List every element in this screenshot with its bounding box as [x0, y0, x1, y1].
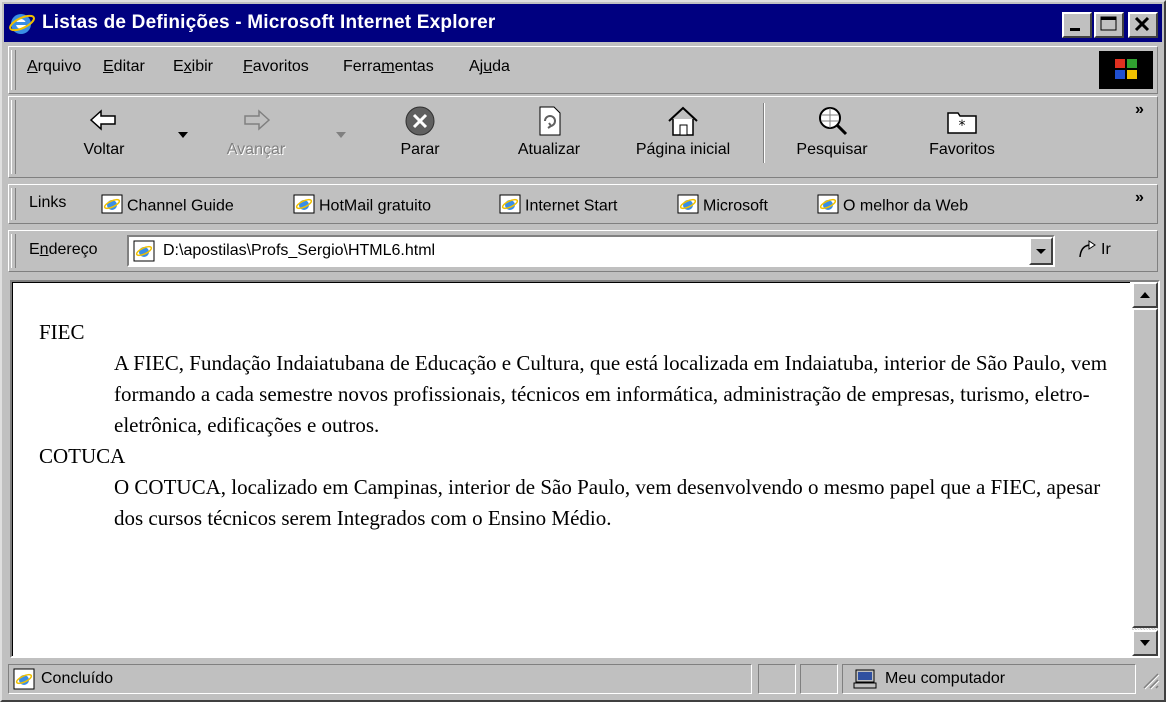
go-arrow-icon — [1077, 239, 1099, 266]
go-button[interactable]: Ir — [1073, 237, 1143, 267]
link-hotmail[interactable]: HotMail gratuito — [293, 194, 431, 219]
ie-page-icon — [293, 194, 315, 219]
zone-text: Meu computador — [885, 670, 1006, 687]
stop-button[interactable]: Parar — [375, 97, 465, 167]
scroll-down-button[interactable] — [1132, 630, 1158, 656]
maximize-button[interactable] — [1094, 12, 1124, 38]
address-value: D:\apostilas\Profs_Sergio\HTML6.html — [163, 242, 436, 259]
ie-page-icon — [133, 240, 155, 267]
link-internet-start[interactable]: Internet Start — [499, 194, 618, 219]
address-field[interactable]: D:\apostilas\Profs_Sergio\HTML6.html — [127, 235, 1055, 267]
minimize-button[interactable] — [1062, 12, 1092, 38]
vertical-scrollbar[interactable] — [1132, 282, 1158, 656]
up-arrow-icon — [1140, 292, 1150, 298]
window-title: Listas de Definições - Microsoft Interne… — [42, 12, 496, 33]
address-label: Endereço — [29, 241, 98, 258]
status-text: Concluído — [41, 670, 114, 687]
definition-description: O COTUCA, localizado em Campinas, interi… — [114, 475, 1101, 530]
scroll-up-button[interactable] — [1132, 282, 1158, 308]
page-content-frame: FIEC A FIEC, Fundação Indaiatubana de Ed… — [10, 280, 1160, 658]
address-bar: Endereço D:\apostilas\Profs_Sergio\HTML6… — [8, 230, 1158, 272]
definition-term: FIEC — [39, 320, 85, 344]
status-bar: Concluído Meu computador — [8, 662, 1162, 698]
stop-icon — [403, 105, 437, 142]
definition-description: A FIEC, Fundação Indaiatubana de Educaçã… — [114, 351, 1108, 437]
links-chevron[interactable]: » — [1135, 189, 1144, 207]
resize-grip-icon[interactable] — [1140, 670, 1160, 697]
menu-favoritos[interactable]: Favoritos — [243, 58, 309, 76]
chevron-down-icon — [1036, 249, 1046, 254]
forward-dropdown-icon[interactable] — [335, 127, 347, 145]
forward-button[interactable]: Avançar — [201, 97, 311, 167]
definition-term: COTUCA — [39, 444, 126, 468]
menu-editar[interactable]: Editar — [103, 58, 145, 76]
standard-toolbar: Voltar Avançar Parar Atualizar Página in… — [8, 96, 1158, 178]
menu-ajuda[interactable]: Ajuda — [469, 58, 510, 76]
toolbar-grip[interactable] — [11, 100, 16, 174]
search-icon — [815, 105, 849, 142]
address-dropdown-button[interactable] — [1029, 237, 1053, 265]
refresh-button[interactable]: Atualizar — [499, 97, 599, 167]
menu-grip[interactable] — [11, 50, 16, 90]
windows-logo-icon — [1099, 51, 1153, 89]
toolbar-chevron[interactable]: » — [1135, 101, 1144, 119]
ie-page-icon — [677, 194, 699, 219]
down-arrow-icon — [1140, 640, 1150, 646]
link-microsoft[interactable]: Microsoft — [677, 194, 768, 219]
ie-page-icon — [13, 668, 35, 695]
links-grip[interactable] — [11, 188, 16, 220]
status-pane — [758, 664, 796, 694]
definition-list: FIEC A FIEC, Fundação Indaiatubana de Ed… — [39, 317, 1119, 534]
favorites-button[interactable]: * Favoritos — [907, 97, 1017, 167]
back-button[interactable]: Voltar — [59, 97, 149, 167]
link-o-melhor-da-web[interactable]: O melhor da Web — [817, 194, 968, 219]
refresh-icon — [532, 105, 566, 142]
scrollbar-thumb[interactable] — [1132, 308, 1158, 628]
menu-bar: Arquivo Editar Exibir Favoritos Ferramen… — [8, 46, 1158, 94]
menu-ferramentas[interactable]: Ferramentas — [343, 58, 434, 76]
computer-icon — [853, 668, 877, 695]
back-arrow-icon — [87, 105, 121, 140]
forward-arrow-icon — [239, 105, 273, 140]
favorites-folder-icon: * — [945, 105, 979, 142]
browser-window: Listas de Definições - Microsoft Interne… — [0, 0, 1166, 702]
menu-arquivo[interactable]: Arquivo — [27, 58, 81, 76]
toolbar-separator — [763, 103, 765, 163]
ie-page-icon — [817, 194, 839, 219]
address-grip[interactable] — [11, 234, 16, 268]
status-pane — [800, 664, 838, 694]
ie-logo-icon — [8, 10, 36, 42]
ie-page-icon — [101, 194, 123, 219]
home-icon — [666, 105, 700, 142]
link-channel-guide[interactable]: Channel Guide — [101, 194, 234, 219]
home-button[interactable]: Página inicial — [613, 97, 753, 167]
back-dropdown-icon[interactable] — [177, 127, 189, 145]
zone-pane: Meu computador — [842, 664, 1136, 694]
close-button[interactable] — [1128, 12, 1158, 38]
ie-page-icon — [499, 194, 521, 219]
title-bar[interactable]: Listas de Definições - Microsoft Interne… — [4, 4, 1162, 42]
svg-text:*: * — [959, 118, 966, 134]
links-label: Links — [29, 194, 67, 211]
page-content: FIEC A FIEC, Fundação Indaiatubana de Ed… — [12, 282, 1130, 656]
search-button[interactable]: Pesquisar — [777, 97, 887, 167]
menu-exibir[interactable]: Exibir — [173, 58, 213, 76]
status-text-pane: Concluído — [8, 664, 752, 694]
links-bar: Links Channel Guide HotMail gratuito Int… — [8, 184, 1158, 224]
